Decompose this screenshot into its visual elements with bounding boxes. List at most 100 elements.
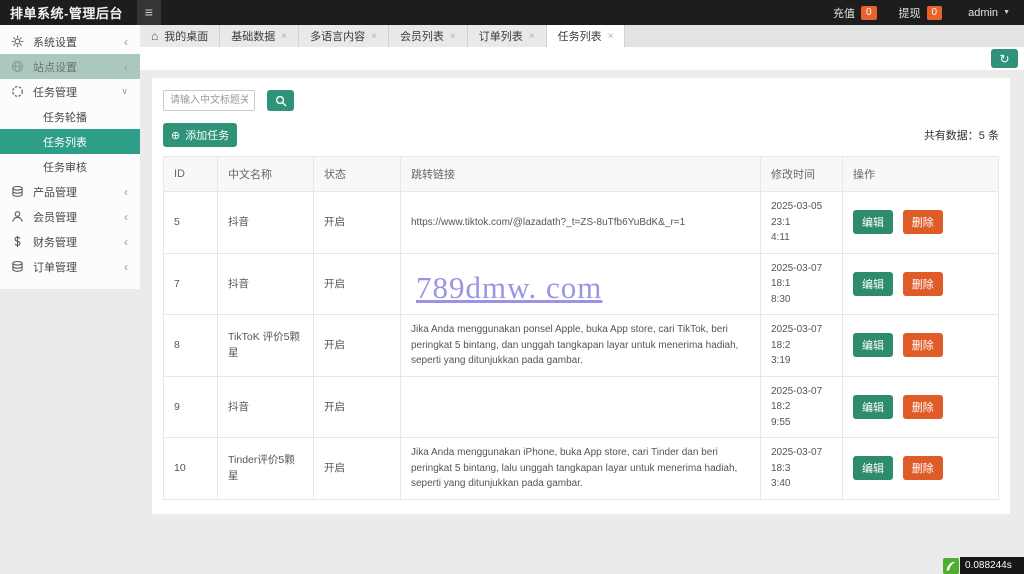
- dollar-icon: [11, 235, 24, 248]
- close-icon[interactable]: ×: [450, 31, 456, 42]
- table-row: 9 抖音 开启 2025-03-07 18:2 9:55 编辑 删除: [164, 376, 999, 438]
- app-title: 排单系统-管理后台: [10, 3, 123, 22]
- topbar-right: 充值 0 提现 0 admin ▼: [811, 5, 1010, 21]
- hamburger-menu-icon[interactable]: ≡: [137, 0, 161, 25]
- withdraw-link[interactable]: 提现 0: [899, 5, 943, 21]
- cell-link: [401, 376, 761, 438]
- cell-actions: 编辑 删除: [843, 192, 999, 254]
- col-header-link: 跳转链接: [401, 157, 761, 192]
- cell-time: 2025-03-07 18:1 8:30: [761, 253, 843, 315]
- tab-my-desktop[interactable]: ⌂ 我的桌面: [140, 25, 220, 47]
- table-row: 10 Tinder评价5颗星 开启 Jika Anda menggunakan …: [164, 438, 999, 500]
- recharge-label: 充值: [833, 5, 855, 21]
- close-icon[interactable]: ×: [529, 31, 535, 42]
- close-icon[interactable]: ×: [608, 31, 614, 42]
- cell-status: 开启: [314, 192, 401, 254]
- sidebar-item-task-review[interactable]: 任务审核: [0, 154, 140, 179]
- tab-order-list[interactable]: 订单列表 ×: [468, 25, 547, 47]
- sidebar-item-finance-management[interactable]: 财务管理 ‹: [0, 229, 140, 254]
- sidebar-item-task-management[interactable]: 任务管理 ∨: [0, 79, 140, 104]
- tab-label: 基础数据: [231, 28, 275, 44]
- sidebar-item-site-settings[interactable]: 站点设置 ‹: [0, 54, 140, 79]
- edit-button[interactable]: 编辑: [853, 333, 893, 357]
- search-icon: [275, 95, 287, 107]
- edit-button[interactable]: 编辑: [853, 395, 893, 419]
- col-header-time: 修改时间: [761, 157, 843, 192]
- cell-link: https://www.tiktok.com/@lazadath?_t=ZS-8…: [401, 192, 761, 254]
- sidebar-item-label: 财务管理: [33, 234, 77, 250]
- tab-task-list[interactable]: 任务列表 ×: [547, 25, 626, 47]
- search-row: [163, 90, 999, 111]
- cell-name: TikToK 评价5颗星: [218, 315, 314, 377]
- gear-icon: [11, 35, 24, 48]
- time-line: 3:40: [771, 476, 832, 492]
- time-line: 8:30: [771, 292, 832, 308]
- add-row: ⊕ 添加任务 共有数据：5 条: [163, 123, 999, 147]
- chevron-left-icon: ‹: [124, 260, 128, 274]
- delete-button[interactable]: 删除: [903, 333, 943, 357]
- cell-id: 7: [164, 253, 218, 315]
- sidebar-item-member-management[interactable]: 会员管理 ‹: [0, 204, 140, 229]
- cell-time: 2025-03-07 18:2 9:55: [761, 376, 843, 438]
- sidebar-item-product-management[interactable]: 产品管理 ‹: [0, 179, 140, 204]
- chevron-left-icon: ‹: [124, 235, 128, 249]
- delete-button[interactable]: 删除: [903, 395, 943, 419]
- cell-name: 抖音: [218, 376, 314, 438]
- cell-link: [401, 253, 761, 315]
- globe-icon: [11, 60, 24, 73]
- tab-member-list[interactable]: 会员列表 ×: [389, 25, 468, 47]
- tab-label: 我的桌面: [164, 28, 208, 44]
- recharge-link[interactable]: 充值 0: [833, 5, 877, 21]
- time-line: 2025-03-05 23:1: [771, 199, 832, 230]
- tab-basic-data[interactable]: 基础数据 ×: [220, 25, 299, 47]
- cell-status: 开启: [314, 376, 401, 438]
- delete-button[interactable]: 删除: [903, 272, 943, 296]
- sidebar-item-label: 产品管理: [33, 184, 77, 200]
- user-menu[interactable]: admin ▼: [968, 7, 1010, 19]
- sidebar-item-label: 系统设置: [33, 34, 77, 50]
- tab-label: 任务列表: [558, 28, 602, 44]
- edit-button[interactable]: 编辑: [853, 210, 893, 234]
- task-list-panel: ⊕ 添加任务 共有数据：5 条 ID 中文名称 状态 跳转链接 修改时间 操作 …: [152, 78, 1010, 514]
- chevron-left-icon: ‹: [124, 210, 128, 224]
- cell-actions: 编辑 删除: [843, 438, 999, 500]
- close-icon[interactable]: ×: [281, 31, 287, 42]
- sidebar-item-task-carousel[interactable]: 任务轮播: [0, 104, 140, 129]
- table-row: 7 抖音 开启 2025-03-07 18:1 8:30 编辑 删除: [164, 253, 999, 315]
- content-header-strip: ↻: [140, 47, 1024, 70]
- sidebar-item-label: 任务审核: [43, 159, 87, 175]
- chevron-down-icon: ∨: [121, 86, 128, 97]
- delete-button[interactable]: 删除: [903, 456, 943, 480]
- username: admin: [968, 7, 998, 19]
- edit-button[interactable]: 编辑: [853, 456, 893, 480]
- time-line: 3:19: [771, 353, 832, 369]
- table-row: 8 TikToK 评价5颗星 开启 Jika Anda menggunakan …: [164, 315, 999, 377]
- cell-time: 2025-03-07 18:3 3:40: [761, 438, 843, 500]
- cell-link: Jika Anda menggunakan ponsel Apple, buka…: [401, 315, 761, 377]
- col-header-name: 中文名称: [218, 157, 314, 192]
- close-icon[interactable]: ×: [371, 31, 377, 42]
- edit-button[interactable]: 编辑: [853, 272, 893, 296]
- cell-time: 2025-03-07 18:2 3:19: [761, 315, 843, 377]
- chevron-left-icon: ‹: [124, 35, 128, 49]
- cell-name: Tinder评价5颗星: [218, 438, 314, 500]
- add-task-button[interactable]: ⊕ 添加任务: [163, 123, 237, 147]
- chevron-left-icon: ‹: [124, 185, 128, 199]
- sidebar-menu: 系统设置 ‹ 站点设置 ‹ 任务管理 ∨ 任务轮播 任务列表 任务: [0, 25, 140, 289]
- cell-id: 8: [164, 315, 218, 377]
- cell-link: Jika Anda menggunakan iPhone, buka App s…: [401, 438, 761, 500]
- sidebar-item-system-settings[interactable]: 系统设置 ‹: [0, 29, 140, 54]
- tab-multilanguage[interactable]: 多语言内容 ×: [299, 25, 389, 47]
- trace-runtime: 0.088244s: [960, 557, 1024, 574]
- cell-name: 抖音: [218, 192, 314, 254]
- trace-leaf-icon[interactable]: [943, 558, 959, 574]
- refresh-button[interactable]: ↻: [991, 49, 1018, 68]
- delete-button[interactable]: 删除: [903, 210, 943, 234]
- cell-actions: 编辑 删除: [843, 253, 999, 315]
- sidebar-item-order-management[interactable]: 订单管理 ‹: [0, 254, 140, 279]
- search-input[interactable]: [163, 90, 255, 111]
- search-button[interactable]: [267, 90, 294, 111]
- sidebar-item-label: 会员管理: [33, 209, 77, 225]
- trace-bar: 0.088244s: [943, 557, 1024, 574]
- sidebar-item-task-list[interactable]: 任务列表: [0, 129, 140, 154]
